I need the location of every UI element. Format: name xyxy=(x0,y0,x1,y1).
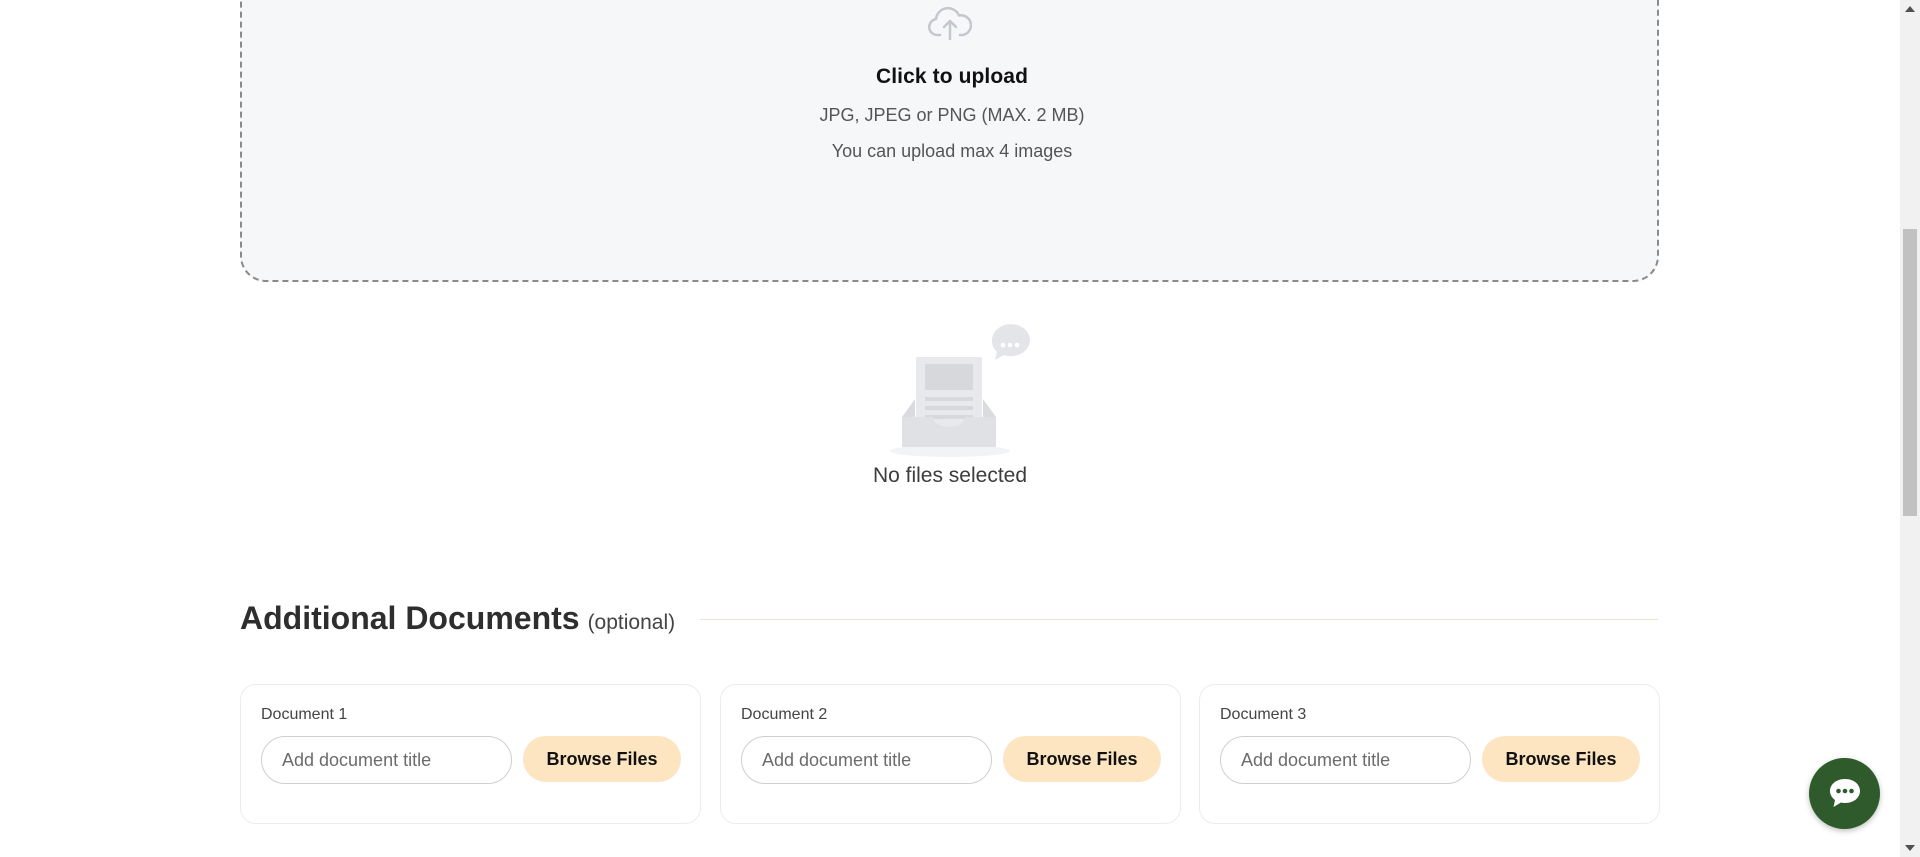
image-upload-dropzone[interactable]: Click to upload JPG, JPEG or PNG (MAX. 2… xyxy=(240,0,1659,282)
additional-documents-header: Additional Documents (optional) xyxy=(240,600,675,637)
browse-files-button[interactable]: Browse Files xyxy=(523,736,681,782)
chat-bubble-icon xyxy=(1830,779,1860,807)
section-divider xyxy=(700,619,1658,620)
upload-formats-hint: JPG, JPEG or PNG (MAX. 2 MB) xyxy=(819,105,1085,125)
cloud-upload-icon xyxy=(928,6,972,41)
optional-label: (optional) xyxy=(587,611,676,634)
document-title-input[interactable] xyxy=(1220,736,1471,784)
upload-limit-hint: You can upload max 4 images xyxy=(831,141,1073,161)
document-card-1: Document 1 Browse Files xyxy=(240,684,701,824)
section-title: Additional Documents xyxy=(240,600,580,636)
vertical-scrollbar[interactable] xyxy=(1900,0,1920,857)
scroll-down-arrow-icon[interactable] xyxy=(1905,845,1915,851)
scroll-up-arrow-icon[interactable] xyxy=(1905,6,1915,12)
document-label: Document 2 xyxy=(741,706,828,723)
document-title-input[interactable] xyxy=(741,736,992,784)
document-card-3: Document 3 Browse Files xyxy=(1199,684,1660,824)
no-files-text: No files selected xyxy=(872,464,1028,487)
document-title-input[interactable] xyxy=(261,736,512,784)
scrollbar-thumb[interactable] xyxy=(1903,229,1917,516)
upload-title: Click to upload xyxy=(875,65,1028,88)
empty-inbox-icon xyxy=(890,324,1030,457)
document-label: Document 1 xyxy=(261,706,348,723)
document-label: Document 3 xyxy=(1220,706,1307,723)
browse-files-button[interactable]: Browse Files xyxy=(1482,736,1640,782)
browse-files-button[interactable]: Browse Files xyxy=(1003,736,1161,782)
page: Click to upload JPG, JPEG or PNG (MAX. 2… xyxy=(0,0,1920,857)
document-card-2: Document 2 Browse Files xyxy=(720,684,1181,824)
chat-button[interactable] xyxy=(1809,758,1880,829)
